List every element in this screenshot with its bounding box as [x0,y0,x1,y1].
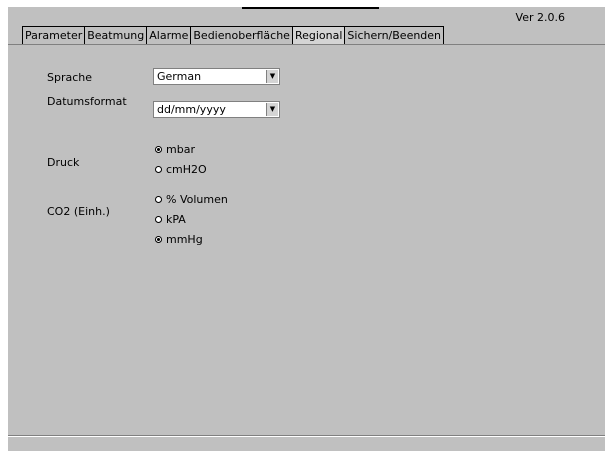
pressure-label: Druck [47,156,80,169]
tab-bar: Parameter Beatmung Alarme Bedienoberfläc… [22,26,445,45]
language-label: Sprache [47,71,93,84]
pressure-option-label: mbar [166,142,195,156]
radio-selected-icon [155,145,162,153]
bottom-divider-highlight [8,436,605,437]
language-value: German [157,70,202,83]
radio-empty-icon [155,215,162,223]
settings-window: Ver 2.0.6 Parameter Beatmung Alarme Bedi… [8,7,605,451]
version-label: Ver 2.0.6 [515,11,565,24]
radio-selected-icon [155,235,162,243]
co2-option-label: kPA [166,212,186,226]
tab-bedienoberflaeche[interactable]: Bedienoberfläche [190,26,293,44]
date-format-label: Datumsformat [47,95,127,108]
pressure-radio-cmh2o[interactable]: cmH2O [155,162,207,176]
tab-alarme[interactable]: Alarme [146,26,192,44]
tab-sichern-beenden[interactable]: Sichern/Beenden [344,26,445,44]
chevron-down-icon[interactable]: ▼ [266,103,278,116]
top-accent-bar [242,7,379,9]
co2-radio-mmhg[interactable]: mmHg [155,232,203,246]
tab-regional[interactable]: Regional [291,26,346,44]
co2-unit-label: CO2 (Einh.) [47,205,110,218]
tab-beatmung[interactable]: Beatmung [84,26,148,44]
radio-empty-icon [155,165,162,173]
co2-radio-volumen[interactable]: % Volumen [155,192,228,206]
date-format-select[interactable]: dd/mm/yyyy ▼ [153,101,280,118]
language-select[interactable]: German ▼ [153,68,280,85]
co2-radio-kpa[interactable]: kPA [155,212,186,226]
date-format-value: dd/mm/yyyy [157,103,226,116]
radio-empty-icon [155,195,162,203]
co2-option-label: % Volumen [166,192,228,206]
pressure-option-label: cmH2O [166,162,207,176]
tab-parameter[interactable]: Parameter [22,26,86,44]
chevron-down-icon[interactable]: ▼ [266,70,278,83]
pressure-radio-mbar[interactable]: mbar [155,142,195,156]
tab-divider [8,44,605,45]
co2-option-label: mmHg [166,232,203,246]
